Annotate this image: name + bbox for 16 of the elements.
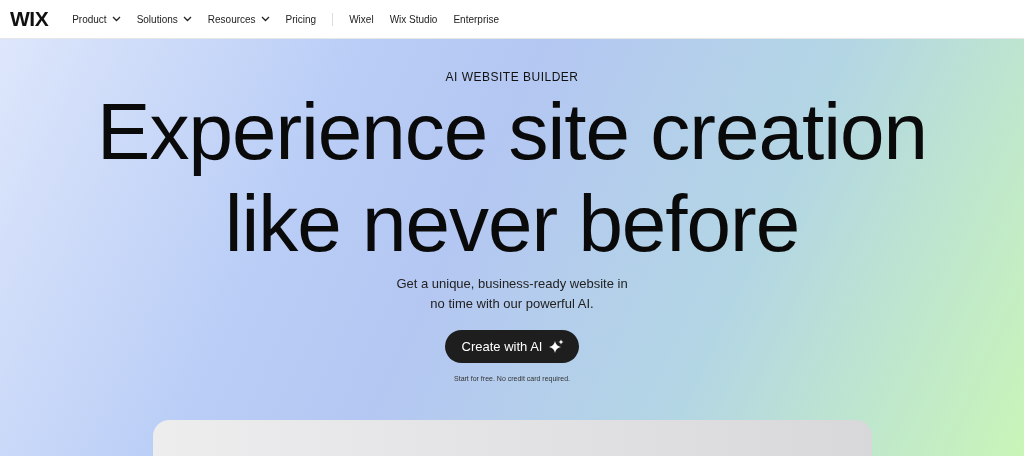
chevron-down-icon xyxy=(111,16,121,22)
nav-dropdown[interactable]: Solutions xyxy=(136,13,192,25)
wix-logo[interactable]: WIX xyxy=(10,7,49,31)
nav-link[interactable]: Wix Studio xyxy=(389,13,438,25)
create-with-ai-button[interactable]: Create with AI xyxy=(444,330,580,363)
headline-text: Experience site creation xyxy=(97,86,927,178)
nav-dropdown[interactable]: Product xyxy=(72,13,121,25)
eyebrow-text: AI WEBSITE BUILDER xyxy=(445,70,579,84)
chevron-down-icon xyxy=(260,16,270,22)
nav-link[interactable]: Pricing xyxy=(285,13,317,25)
chevron-down-icon xyxy=(182,16,192,22)
headline-text: like never before xyxy=(223,178,801,270)
subtitle-text: Get a unique, business-ready website in no time with our powerful AI. xyxy=(395,275,629,313)
nav-link[interactable]: Enterprise xyxy=(453,13,499,25)
nav-link[interactable]: Wixel xyxy=(349,13,374,25)
nav-dropdown[interactable]: Resources xyxy=(207,13,270,25)
